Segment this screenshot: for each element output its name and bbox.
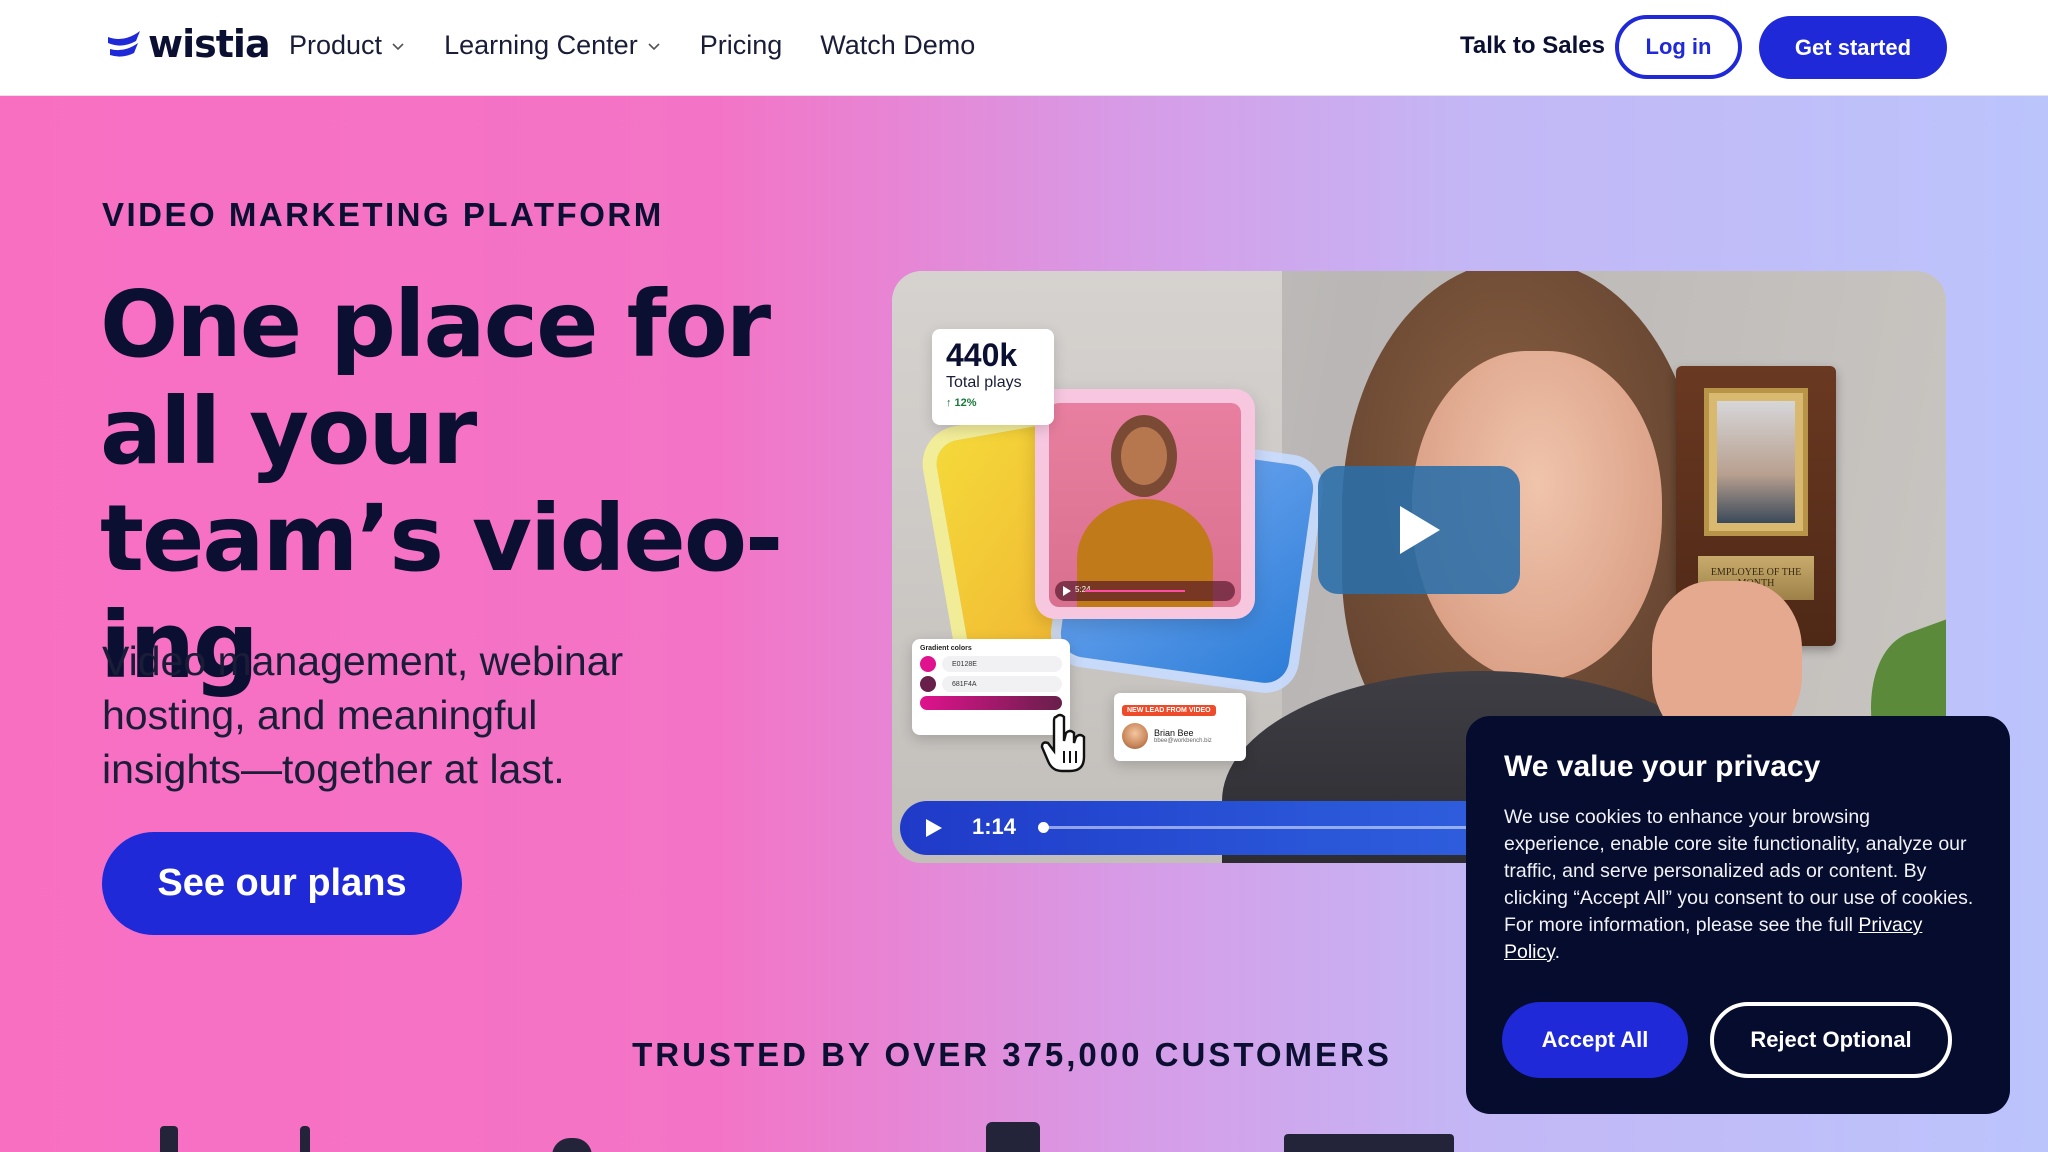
color-swatch [920, 676, 936, 692]
gradient-title: Gradient colors [920, 645, 972, 652]
hero-eyebrow: VIDEO MARKETING PLATFORM [102, 196, 664, 233]
gradient-preview-bar [920, 696, 1062, 710]
color-hex: E0128E [942, 656, 1062, 672]
login-button[interactable]: Log in [1615, 15, 1742, 79]
nav-watch-demo-label: Watch Demo [820, 30, 976, 60]
cookie-consent-banner: We value your privacy We use cookies to … [1466, 716, 2010, 1114]
cookie-body: We use cookies to enhance your browsing … [1504, 804, 1974, 966]
hand-cursor-icon [1040, 713, 1086, 773]
cookie-body-period: . [1554, 941, 1560, 963]
video-progress-knob[interactable] [1038, 822, 1049, 833]
chevron-down-icon [392, 42, 404, 50]
see-our-plans-button[interactable]: See our plans [102, 832, 462, 935]
nav-pricing-label: Pricing [699, 30, 783, 60]
plaque-photo [1717, 401, 1795, 523]
customer-logo [1284, 1134, 1454, 1152]
video-time: 1:14 [972, 814, 1017, 839]
color-swatch [920, 656, 936, 672]
customer-logo [160, 1126, 178, 1152]
collage-card-main: 5:24 [1035, 389, 1255, 619]
customer-logo [986, 1122, 1040, 1152]
new-lead-card: NEW LEAD FROM VIDEO Brian Bee bbee@workb… [1114, 693, 1246, 761]
nav-learning-center[interactable]: Learning Center [444, 30, 662, 61]
nav-product-label: Product [289, 30, 383, 60]
reject-optional-button[interactable]: Reject Optional [1710, 1002, 1952, 1078]
main-nav: Product Learning Center Pricing Watch De… [289, 30, 975, 61]
lead-email: bbee@workbench.biz [1154, 738, 1212, 744]
nav-pricing[interactable]: Pricing [700, 30, 783, 61]
lead-row: Brian Bee bbee@workbench.biz [1122, 723, 1238, 749]
customer-logo [552, 1138, 592, 1152]
wistia-logo[interactable]: wistia [106, 22, 271, 66]
mini-play-icon [1063, 586, 1071, 596]
hero-subhead: Video management, webinar hosting, and m… [102, 638, 624, 792]
lead-info: Brian Bee bbee@workbench.biz [1154, 728, 1212, 744]
customer-logos [0, 1122, 2048, 1152]
customer-logo [300, 1126, 310, 1152]
cookie-title: We value your privacy [1504, 750, 1821, 783]
mini-progress [1085, 590, 1185, 592]
stat-label: Total plays [946, 374, 1022, 391]
avatar [1122, 723, 1148, 749]
stats-card: 440k Total plays ↑ 12% [932, 329, 1054, 425]
lead-tag: NEW LEAD FROM VIDEO [1122, 705, 1216, 716]
cookie-buttons: Accept All Reject Optional [1502, 1002, 1952, 1078]
chevron-down-icon [648, 42, 660, 50]
nav-product[interactable]: Product [289, 30, 406, 61]
wistia-logo-icon [108, 31, 140, 57]
stat-delta: ↑ 12% [946, 397, 977, 409]
play-icon [1400, 506, 1440, 554]
get-started-button[interactable]: Get started [1759, 16, 1947, 79]
accept-all-button[interactable]: Accept All [1502, 1002, 1688, 1078]
mini-player-bar: 5:24 [1055, 581, 1235, 601]
lead-name: Brian Bee [1154, 728, 1194, 738]
collage-photo: 5:24 [1049, 403, 1241, 607]
video-play-button[interactable] [1318, 466, 1520, 594]
site-header: wistia Product Learning Center Pricing W… [0, 0, 2048, 96]
talk-to-sales-link[interactable]: Talk to Sales [1460, 32, 1605, 60]
stat-value: 440k [946, 337, 1018, 373]
plaque-frame [1704, 388, 1808, 536]
gradient-row: E0128E [920, 656, 1062, 672]
logo-wordmark: wistia [148, 22, 271, 66]
gradient-row: 681F4A [920, 676, 1062, 692]
play-icon[interactable] [922, 817, 944, 839]
nav-watch-demo[interactable]: Watch Demo [820, 30, 975, 61]
nav-learning-center-label: Learning Center [444, 30, 638, 60]
collage-person-face [1121, 427, 1167, 485]
color-hex: 681F4A [942, 676, 1062, 692]
